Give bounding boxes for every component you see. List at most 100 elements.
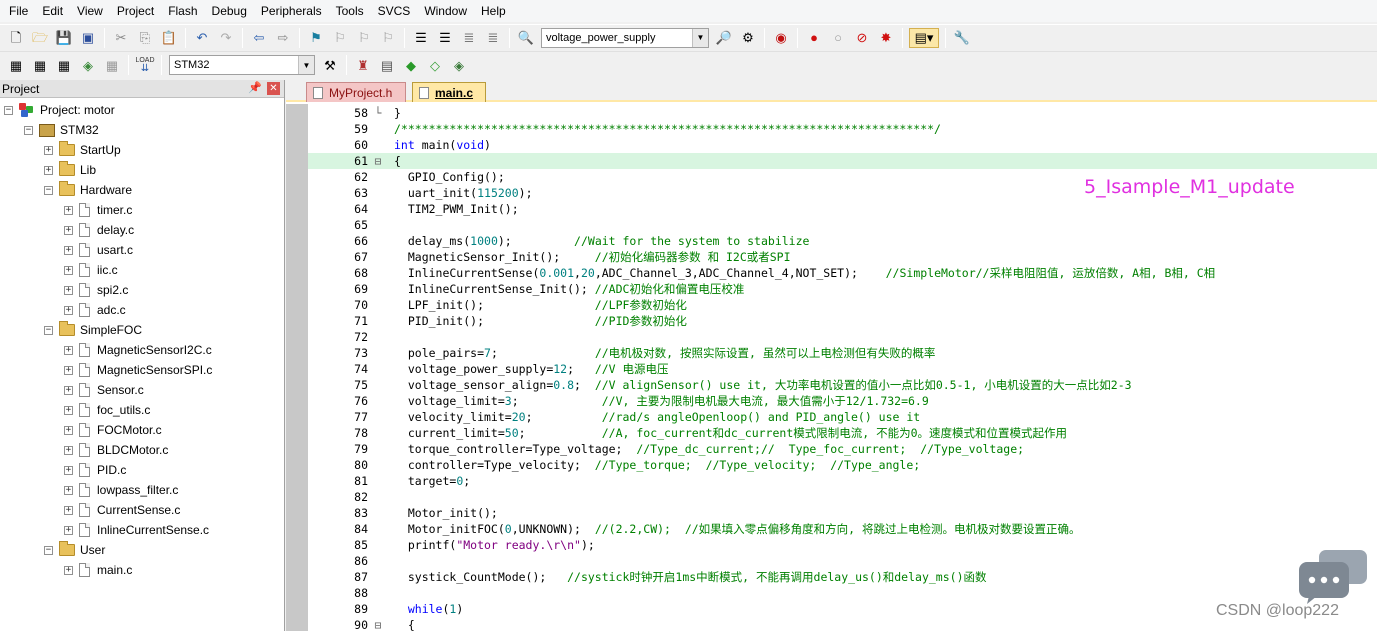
tree-item-file[interactable]: + Sensor.c [64,380,144,400]
find-in-files-icon[interactable]: 🔍 [516,28,536,48]
file-extensions-icon[interactable]: ▤ [377,55,397,75]
expand-icon[interactable]: + [64,345,73,355]
find-icon[interactable]: 🔎 [714,28,734,48]
fold-marker-icon[interactable]: ⊟ [372,153,384,169]
expand-icon[interactable]: + [64,285,73,295]
window-layout-icon[interactable]: ▤▾ [909,27,939,48]
menu-flash[interactable]: Flash [161,0,204,22]
disable-all-breakpoints-icon[interactable]: ⊘ [852,28,872,48]
indent-icon[interactable]: ☰ [411,28,431,48]
collapse-icon[interactable]: − [44,545,53,555]
target-options-icon[interactable]: ⚒ [320,55,340,75]
chevron-down-icon[interactable]: ▼ [298,56,314,74]
collapse-icon[interactable]: − [44,325,53,335]
expand-icon[interactable]: + [64,265,73,275]
menu-project[interactable]: Project [110,0,161,22]
batch-build-icon[interactable]: ◈ [78,55,98,75]
expand-icon[interactable]: + [64,245,73,255]
menu-window[interactable]: Window [417,0,474,22]
target-select[interactable]: STM32 ▼ [169,55,315,75]
undo-icon[interactable]: ↶ [192,28,212,48]
expand-icon[interactable]: + [64,385,73,395]
expand-icon[interactable]: + [64,365,73,375]
expand-icon[interactable]: + [64,305,73,315]
expand-icon[interactable]: + [44,145,53,155]
tree-item-file[interactable]: + lowpass_filter.c [64,480,178,500]
expand-icon[interactable]: + [64,205,73,215]
save-all-icon[interactable]: ▣ [78,28,98,48]
load-download-icon[interactable]: LOAD ⇊ [135,55,155,75]
fold-marker-icon[interactable]: ⊟ [372,617,384,631]
clear-bookmarks-icon[interactable]: ⚐ [378,28,398,48]
tree-item-file[interactable]: + MagneticSensorI2C.c [64,340,212,360]
paste-icon[interactable]: 📋 [159,28,179,48]
tree-item-file[interactable]: + MagneticSensorSPI.c [64,360,212,380]
tree-item-file[interactable]: + main.c [64,560,132,580]
menu-tools[interactable]: Tools [329,0,371,22]
tree-item-folder[interactable]: − User [44,540,105,560]
expand-icon[interactable]: + [64,445,73,455]
tree-item-file[interactable]: + adc.c [64,300,126,320]
tree-item-folder[interactable]: + Lib [44,160,96,180]
redo-icon[interactable]: ↷ [216,28,236,48]
configure-icon[interactable]: ⚙ [738,28,758,48]
unindent-icon[interactable]: ☰ [435,28,455,48]
next-bookmark-icon[interactable]: ⚐ [354,28,374,48]
tree-item-file[interactable]: + PID.c [64,460,126,480]
find-combo[interactable]: voltage_power_supply ▼ [541,27,709,48]
code-editor[interactable]: 90 ⊟ {89 while(1) 88 87 systick_CountMode()… [308,104,1377,631]
comment-icon[interactable]: ≣ [459,28,479,48]
manage-runtime-icon[interactable]: ◆ [401,55,421,75]
uncomment-icon[interactable]: ≣ [483,28,503,48]
expand-icon[interactable]: + [64,565,73,575]
pack-installer-icon[interactable]: ◈ [449,55,469,75]
menu-debug[interactable]: Debug [205,0,254,22]
tab-myproject-h[interactable]: MyProject.h [306,82,406,102]
fold-marker-icon[interactable]: └ [372,105,384,121]
tree-item-file[interactable]: + foc_utils.c [64,400,150,420]
chevron-down-icon[interactable]: ▼ [692,28,708,47]
expand-icon[interactable]: + [64,465,73,475]
build-icon[interactable]: ▦ [30,55,50,75]
expand-icon[interactable]: + [64,405,73,415]
manage-project-items-icon[interactable]: ♜ [353,55,373,75]
tree-item-file[interactable]: + CurrentSense.c [64,500,180,520]
menu-view[interactable]: View [70,0,110,22]
disable-breakpoint-icon[interactable]: ○ [828,28,848,48]
select-packs-icon[interactable]: ◇ [425,55,445,75]
tree-item-file[interactable]: + BLDCMotor.c [64,440,168,460]
tree-item-folder[interactable]: − SimpleFOC [44,320,142,340]
tree-item-folder[interactable]: + StartUp [44,140,121,160]
expand-icon[interactable]: + [64,425,73,435]
tree-item-file[interactable]: + InlineCurrentSense.c [64,520,209,540]
expand-icon[interactable]: + [64,505,73,515]
previous-bookmark-icon[interactable]: ⚐ [330,28,350,48]
collapse-icon[interactable]: − [4,105,13,115]
cut-icon[interactable]: ✂ [111,28,131,48]
menu-svcs[interactable]: SVCS [371,0,418,22]
menu-edit[interactable]: Edit [35,0,70,22]
stop-build-icon[interactable]: ▦ [102,55,122,75]
navigate-back-icon[interactable]: ⇦ [249,28,269,48]
rebuild-icon[interactable]: ▦ [54,55,74,75]
kill-breakpoints-icon[interactable]: ✸ [876,28,896,48]
tree-item-file[interactable]: + timer.c [64,200,132,220]
tab-main-c[interactable]: main.c [412,82,486,102]
menu-peripherals[interactable]: Peripherals [254,0,329,22]
expand-icon[interactable]: + [64,225,73,235]
menu-help[interactable]: Help [474,0,513,22]
expand-icon[interactable]: + [64,525,73,535]
breakpoint-icon[interactable]: ● [804,28,824,48]
close-icon[interactable]: ✕ [267,82,280,95]
copy-icon[interactable]: ⎘ [135,28,155,48]
tree-item-file[interactable]: + delay.c [64,220,134,240]
tree-item-project[interactable]: − Project: motor [4,100,115,120]
collapse-icon[interactable]: − [44,185,53,195]
wrench-icon[interactable]: 🔧 [952,28,972,48]
insert-bookmark-icon[interactable]: ⚑ [306,28,326,48]
new-file-icon[interactable]: 🗋 [6,28,26,48]
translate-icon[interactable]: ▦ [6,55,26,75]
save-icon[interactable]: 💾 [54,28,74,48]
tree-item-target[interactable]: − STM32 [24,120,99,140]
expand-icon[interactable]: + [64,485,73,495]
